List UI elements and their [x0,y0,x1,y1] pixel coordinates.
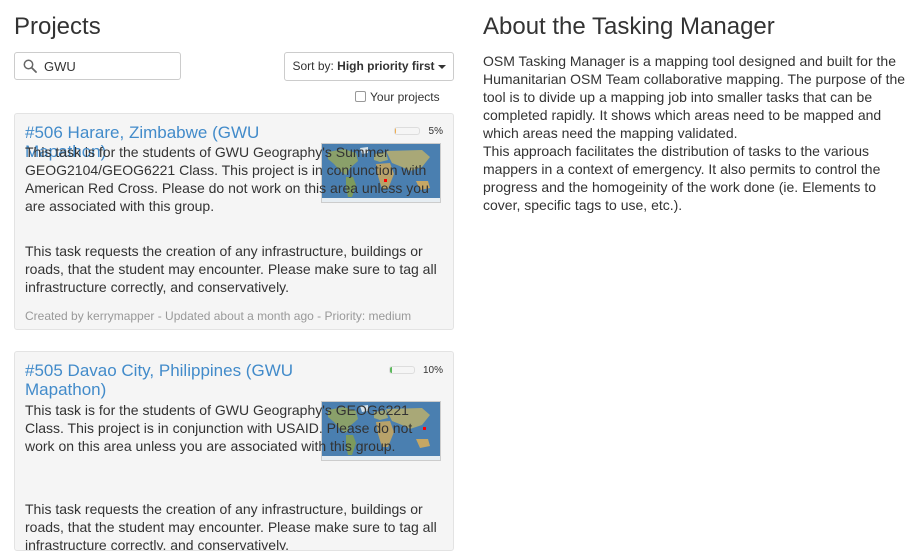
project-instructions: This task requests the creation of any i… [25,501,437,551]
your-projects-label: Your projects [370,90,440,104]
about-paragraph: This approach facilitates the distributi… [483,143,881,213]
project-meta: Created by kerrymapper - Updated about a… [25,309,412,323]
progress-bar [389,366,415,374]
sort-dropdown[interactable]: Sort by: High priority first [284,52,454,81]
project-title[interactable]: #505 Davao City, Philippines (GWU Mapath… [25,361,325,399]
project-description: This task is for the students of GWU Geo… [25,144,429,214]
search-box[interactable] [14,52,181,80]
progress-fill [390,367,393,373]
project-card: #505 Davao City, Philippines (GWU Mapath… [14,351,454,551]
progress-percent: 10% [422,365,443,376]
about-paragraph: OSM Tasking Manager is a mapping tool de… [483,53,906,141]
sort-value: High priority first [337,59,435,73]
about-title: About the Tasking Manager [483,13,775,40]
progress-percent: 5% [428,126,443,137]
search-input[interactable] [44,57,174,75]
your-projects-filter[interactable]: Your projects [355,90,440,104]
checkbox-icon[interactable] [355,91,366,102]
project-card: #506 Harare, Zimbabwe (GWU Mapathon) 5% … [14,113,454,330]
sort-label: Sort by: [292,59,338,73]
search-icon [23,59,37,73]
about-text: OSM Tasking Manager is a mapping tool de… [483,52,915,214]
page-title: Projects [14,13,101,40]
project-instructions: This task requests the creation of any i… [25,243,437,295]
project-description: This task is for the students of GWU Geo… [25,402,413,454]
caret-down-icon [437,64,446,69]
progress-fill [395,128,397,134]
